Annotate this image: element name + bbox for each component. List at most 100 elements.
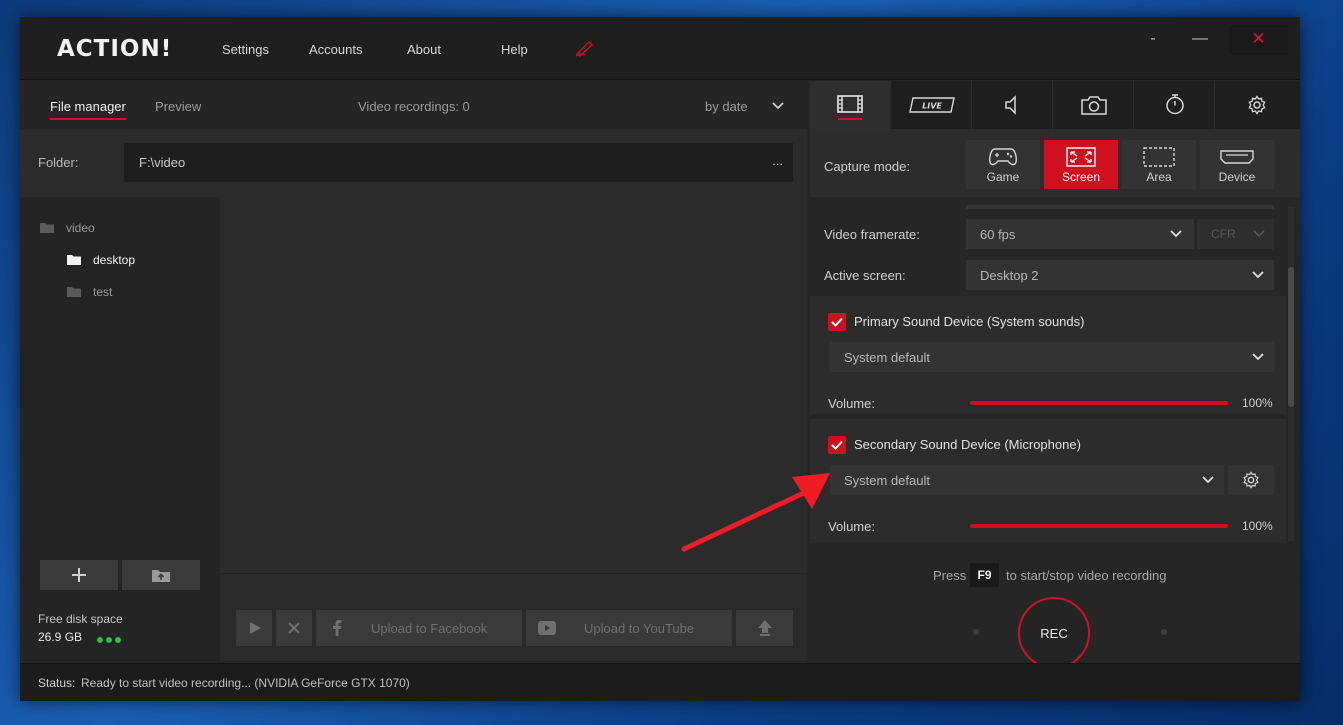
browse-folder-button[interactable]: ...	[772, 153, 783, 168]
primary-volume-value: 100%	[1242, 396, 1273, 410]
hotkey-badge: F9	[970, 563, 999, 587]
file-actions-bar: Upload to Facebook Upload to YouTube	[220, 573, 807, 661]
chevron-down-icon	[1170, 230, 1182, 238]
tab-settings[interactable]	[1215, 81, 1296, 129]
play-icon	[250, 622, 261, 634]
secondary-sound-section: Secondary Sound Device (Microphone) Syst…	[810, 419, 1286, 543]
camera-icon	[1081, 96, 1107, 115]
plus-icon	[72, 568, 86, 582]
area-select-icon	[1143, 147, 1175, 167]
settings-scrollbar[interactable]	[1288, 207, 1294, 541]
secondary-volume-value: 100%	[1242, 519, 1273, 533]
youtube-icon	[538, 621, 556, 635]
primary-sound-checkbox[interactable]	[828, 313, 846, 331]
capture-mode-game[interactable]: Game	[966, 140, 1040, 189]
svg-text:LIVE: LIVE	[922, 102, 942, 111]
check-icon	[831, 440, 843, 450]
pen-icon[interactable]	[575, 39, 595, 57]
secondary-volume-slider[interactable]	[970, 524, 1228, 528]
delete-button[interactable]	[276, 610, 312, 646]
minimize-button[interactable]: -	[1135, 25, 1171, 55]
menu-accounts[interactable]: Accounts	[309, 42, 362, 57]
gear-icon	[1248, 95, 1266, 115]
gear-icon	[1243, 471, 1259, 489]
capture-mode-label: Capture mode:	[824, 159, 910, 174]
capture-mode-row: Capture mode: Game Screen Area Device	[810, 129, 1300, 197]
tab-video[interactable]	[810, 81, 891, 129]
record-button[interactable]: REC	[1018, 597, 1090, 669]
tab-audio[interactable]	[972, 81, 1053, 129]
secondary-sound-checkbox[interactable]	[828, 436, 846, 454]
timer-icon	[1166, 94, 1184, 115]
video-icon	[837, 95, 863, 113]
folder-icon	[67, 287, 81, 297]
tab-preview[interactable]: Preview	[155, 99, 201, 114]
left-indicator-dot	[973, 629, 979, 635]
tab-timer[interactable]	[1134, 81, 1215, 129]
primary-sound-title: Primary Sound Device (System sounds)	[854, 314, 1085, 329]
primary-sound-device-dropdown[interactable]: System default	[830, 342, 1274, 372]
framerate-row: Video framerate: 60 fps CFR	[810, 219, 1286, 249]
active-screen-dropdown[interactable]: Desktop 2	[966, 260, 1274, 290]
primary-volume-label: Volume:	[828, 396, 875, 411]
capture-mode-device[interactable]: Device	[1200, 140, 1274, 189]
recording-settings-panel: LIVE Capture mode: Game Screen Area Devi…	[810, 81, 1300, 669]
record-hotkey-hint: Press F9 to start/stop video recording	[810, 563, 1300, 587]
secondary-sound-title: Secondary Sound Device (Microphone)	[854, 437, 1081, 452]
tab-live[interactable]: LIVE	[891, 81, 972, 129]
tab-screenshot[interactable]	[1053, 81, 1134, 129]
annotation-arrow-icon	[681, 473, 830, 552]
primary-volume-slider[interactable]	[970, 401, 1228, 405]
maximize-button[interactable]: —	[1182, 25, 1218, 55]
close-icon	[288, 622, 300, 634]
secondary-sound-device-dropdown[interactable]: System default	[830, 465, 1224, 495]
play-button[interactable]	[236, 610, 272, 646]
add-folder-button[interactable]	[40, 560, 118, 590]
active-tab-underline	[838, 118, 862, 120]
capture-mode-area[interactable]: Area	[1122, 140, 1196, 189]
status-bar: Status: Ready to start video recording..…	[20, 663, 1300, 701]
folder-row: Folder: F:\video ...	[20, 129, 807, 193]
record-button-label: REC	[1040, 626, 1068, 641]
tab-file-manager[interactable]: File manager	[50, 99, 126, 120]
upload-youtube-button[interactable]: Upload to YouTube	[526, 610, 732, 646]
free-disk-label: Free disk space	[38, 612, 123, 626]
menu-settings[interactable]: Settings	[222, 42, 269, 57]
disk-status-indicator	[97, 631, 124, 646]
primary-sound-section: Primary Sound Device (System sounds) Sys…	[810, 296, 1286, 414]
capture-mode-screen[interactable]: Screen	[1044, 140, 1118, 189]
framerate-mode-dropdown[interactable]: CFR	[1197, 219, 1274, 249]
upload-facebook-button[interactable]: Upload to Facebook	[316, 610, 522, 646]
fullscreen-icon	[1066, 147, 1096, 167]
upload-button[interactable]	[736, 610, 793, 646]
audio-icon	[1005, 95, 1016, 115]
chevron-down-icon[interactable]	[772, 101, 784, 111]
facebook-icon	[333, 620, 342, 636]
settings-tabs: LIVE	[810, 81, 1300, 129]
folder-path-field[interactable]: F:\video ...	[124, 143, 793, 182]
menu-help[interactable]: Help	[501, 42, 528, 57]
menu-about[interactable]: About	[407, 42, 441, 57]
title-bar: ACTION! Settings Accounts About Help - —…	[20, 17, 1300, 80]
open-folder-button[interactable]	[122, 560, 200, 590]
folder-tree: video desktop test Free disk space 26.9 …	[20, 197, 220, 661]
folder-upload-icon	[152, 570, 170, 582]
file-manager-tabs: File manager Preview Video recordings: 0…	[20, 81, 807, 129]
status-text: Ready to start video recording... (NVIDI…	[81, 676, 410, 690]
framerate-dropdown[interactable]: 60 fps	[966, 219, 1194, 249]
chevron-down-icon	[1253, 230, 1265, 238]
status-label: Status:	[38, 676, 76, 690]
folder-label: Folder:	[38, 155, 79, 170]
app-window: ACTION! Settings Accounts About Help - —…	[20, 17, 1300, 701]
gamepad-icon	[989, 148, 1017, 166]
close-button[interactable]: ✕	[1229, 25, 1288, 55]
upload-facebook-label: Upload to Facebook	[371, 621, 488, 636]
right-indicator-dot	[1161, 629, 1167, 635]
folder-icon	[67, 255, 81, 265]
sort-dropdown[interactable]: by date	[705, 99, 748, 114]
microphone-settings-button[interactable]	[1228, 465, 1274, 495]
chevron-down-icon	[1252, 271, 1264, 279]
scrollbar-thumb[interactable]	[1288, 267, 1294, 407]
chevron-down-icon	[1252, 353, 1264, 361]
hdmi-icon	[1220, 150, 1254, 164]
